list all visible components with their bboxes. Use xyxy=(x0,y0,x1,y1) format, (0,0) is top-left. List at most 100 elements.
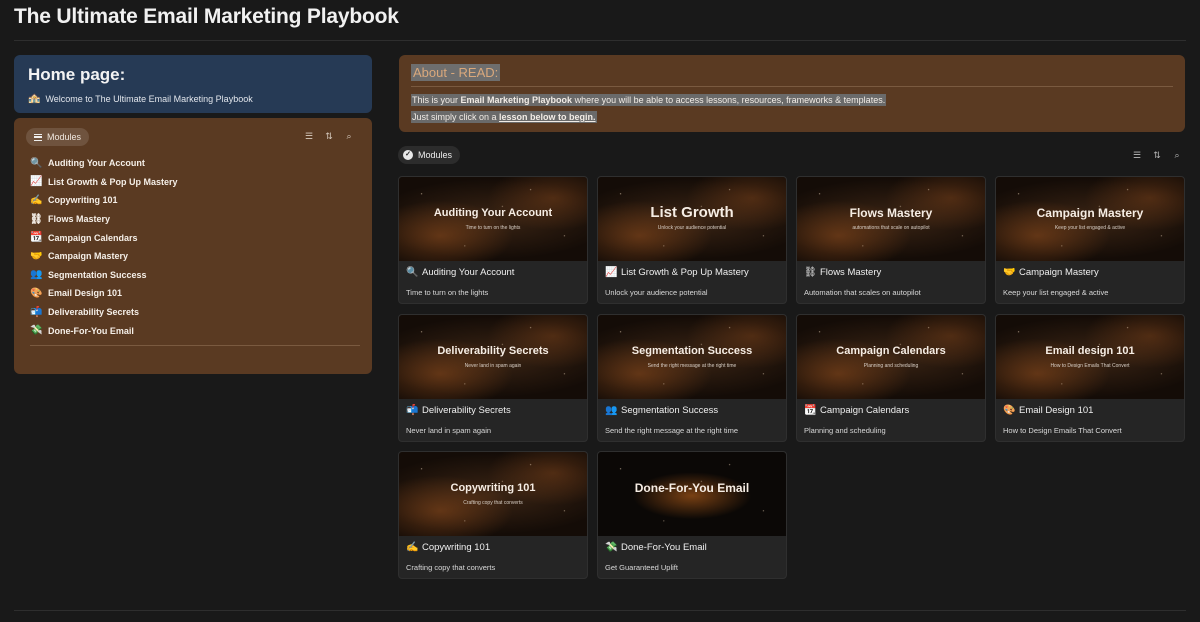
module-emoji-icon: 👥 xyxy=(30,269,43,281)
sidebar-module-label: Deliverability Secrets xyxy=(48,307,140,318)
cover-subtitle: Crafting copy that converts xyxy=(463,500,523,506)
gallery-view-tab[interactable]: ✓ Modules xyxy=(398,146,461,164)
module-card[interactable]: Deliverability Secrets Never land in spam… xyxy=(398,314,588,442)
sidebar-module-item[interactable]: 🎨 Email Design 101 xyxy=(30,284,360,303)
sidebar-module-item[interactable]: 👥 Segmentation Success xyxy=(30,266,360,285)
card-title: 🎨 Email Design 101 xyxy=(1003,405,1093,416)
sort-icon[interactable]: ⇅ xyxy=(324,131,334,141)
about-panel: About - READ: This is your Email Marketi… xyxy=(399,55,1185,132)
sidebar-module-label: Email Design 101 xyxy=(48,288,123,299)
check-circle-icon: ✓ xyxy=(403,150,413,160)
home-panel: Home page: 🏤 Welcome to The Ultimate Ema… xyxy=(14,55,372,113)
modules-view-tab[interactable]: Modules xyxy=(26,128,90,146)
sidebar-module-item[interactable]: 📬 Deliverability Secrets xyxy=(30,303,360,322)
card-cover-image: Copywriting 101 Crafting copy that conver… xyxy=(399,452,587,536)
sidebar-module-item[interactable]: 🔍 Auditing Your Account xyxy=(30,154,360,173)
filter-icon[interactable]: ☰ xyxy=(304,131,314,141)
sidebar-module-item[interactable]: 🤝 Campaign Mastery xyxy=(30,247,360,266)
module-emoji-icon: ⛓ xyxy=(804,267,817,278)
card-cover-image: Auditing Your Account Time to turn on the… xyxy=(399,177,587,261)
card-title: ⛓ Flows Mastery xyxy=(804,267,881,278)
card-cover-image: Flows Mastery automations that scale on a… xyxy=(797,177,985,261)
sidebar-divider xyxy=(30,345,360,346)
card-description: Time to turn on the lights xyxy=(406,288,489,297)
list-icon xyxy=(34,133,42,141)
card-title: 🔍 Auditing Your Account xyxy=(406,267,514,278)
module-emoji-icon: 📬 xyxy=(30,306,43,318)
module-card[interactable]: Campaign Mastery Keep your list engaged &… xyxy=(995,176,1185,304)
card-title-label: Auditing Your Account xyxy=(422,267,515,278)
cover-title: List Growth xyxy=(650,204,734,221)
cover-subtitle: Unlock your audience potential xyxy=(657,225,727,231)
modules-sidebar: Modules ☰ ⇅ ⌕ 🔍 Auditing Your Account 📈 Lis… xyxy=(14,118,372,374)
sidebar-module-item[interactable]: 📈 List Growth & Pop Up Mastery xyxy=(30,173,360,192)
sidebar-module-label: Auditing Your Account xyxy=(48,158,145,169)
card-title: 💸 Done-For-You Email xyxy=(605,542,707,553)
home-welcome-link[interactable]: 🏤 Welcome to The Ultimate Email Marketin… xyxy=(28,93,358,104)
header-divider xyxy=(14,40,1186,41)
module-emoji-icon: 📆 xyxy=(30,232,43,244)
cover-subtitle: Planning and scheduling xyxy=(863,363,919,369)
about-text-line-1: This is your Email Marketing Playbook wh… xyxy=(411,94,887,106)
card-title: 📈 List Growth & Pop Up Mastery xyxy=(605,267,749,278)
card-cover-image: Email design 101 How to Design Emails Tha… xyxy=(996,315,1184,399)
card-description: Planning and scheduling xyxy=(804,426,886,435)
search-icon[interactable]: ⌕ xyxy=(344,131,354,141)
sidebar-module-item[interactable]: ⛓ Flows Mastery xyxy=(30,210,360,229)
card-title-label: Done-For-You Email xyxy=(621,542,707,553)
cover-starfield xyxy=(399,452,587,536)
page-title: The Ultimate Email Marketing Playbook xyxy=(14,5,399,28)
card-title: 📬 Deliverability Secrets xyxy=(406,405,511,416)
module-card[interactable]: Flows Mastery automations that scale on a… xyxy=(796,176,986,304)
card-cover-image: Done-For-You Email xyxy=(598,452,786,536)
module-card[interactable]: Auditing Your Account Time to turn on the… xyxy=(398,176,588,304)
module-emoji-icon: 📈 xyxy=(605,267,618,278)
sort-icon[interactable]: ⇅ xyxy=(1152,150,1162,160)
card-title-label: Campaign Mastery xyxy=(1019,267,1099,278)
module-emoji-icon: 💸 xyxy=(30,325,43,337)
module-card[interactable]: Campaign Calendars Planning and schedulin… xyxy=(796,314,986,442)
sidebar-module-item[interactable]: ✍️ Copywriting 101 xyxy=(30,191,360,210)
card-description: How to Design Emails That Convert xyxy=(1003,426,1122,435)
card-title-label: Flows Mastery xyxy=(820,267,882,278)
card-title-label: Deliverability Secrets xyxy=(422,405,511,416)
sidebar-module-item[interactable]: 📆 Campaign Calendars xyxy=(30,228,360,247)
filter-icon[interactable]: ☰ xyxy=(1132,150,1142,160)
card-title: 📆 Campaign Calendars xyxy=(804,405,909,416)
cover-starfield xyxy=(598,315,786,399)
modules-view-label: Modules xyxy=(47,132,82,142)
module-card[interactable]: List Growth Unlock your audience potentia… xyxy=(597,176,787,304)
card-cover-image: Campaign Calendars Planning and schedulin… xyxy=(797,315,985,399)
module-card[interactable]: Segmentation Success Send the right messa… xyxy=(597,314,787,442)
module-emoji-icon: 👥 xyxy=(605,405,618,416)
home-title: Home page: xyxy=(28,65,126,84)
footer-divider xyxy=(14,610,1186,611)
module-emoji-icon: 🔍 xyxy=(406,267,419,278)
module-card[interactable]: Copywriting 101 Crafting copy that conver… xyxy=(398,451,588,579)
module-emoji-icon: 🎨 xyxy=(1003,405,1016,416)
cover-title: Copywriting 101 xyxy=(450,482,536,494)
card-title: 👥 Segmentation Success xyxy=(605,405,718,416)
cover-title: Campaign Mastery xyxy=(1036,206,1144,220)
search-icon[interactable]: ⌕ xyxy=(1172,150,1182,160)
card-title-label: Campaign Calendars xyxy=(820,405,910,416)
cover-title: Deliverability Secrets xyxy=(437,345,549,357)
card-title: 🤝 Campaign Mastery xyxy=(1003,267,1099,278)
module-card[interactable]: Done-For-You Email 💸 Done-For-You Email Get… xyxy=(597,451,787,579)
card-description: Keep your list engaged & active xyxy=(1003,288,1109,297)
card-title-label: Email Design 101 xyxy=(1019,405,1094,416)
card-title-label: Copywriting 101 xyxy=(422,542,491,553)
module-emoji-icon: 🎨 xyxy=(30,287,43,299)
about-title: About - READ: xyxy=(411,64,501,81)
module-emoji-icon: 💸 xyxy=(605,542,618,553)
sidebar-module-item[interactable]: 💸 Done-For-You Email xyxy=(30,321,360,340)
sidebar-module-list: 🔍 Auditing Your Account 📈 List Growth & Pop… xyxy=(30,154,360,340)
module-emoji-icon: 🤝 xyxy=(1003,267,1016,278)
module-emoji-icon: 🤝 xyxy=(30,250,43,262)
gallery-toolbar: ☰ ⇅ ⌕ xyxy=(1132,150,1182,160)
lesson-link[interactable]: lesson below to begin. xyxy=(499,112,596,122)
module-emoji-icon: 📆 xyxy=(804,405,817,416)
cover-subtitle: Time to turn on the lights xyxy=(465,225,521,231)
sidebar-module-label: Flows Mastery xyxy=(48,214,111,225)
module-card[interactable]: Email design 101 How to Design Emails Tha… xyxy=(995,314,1185,442)
